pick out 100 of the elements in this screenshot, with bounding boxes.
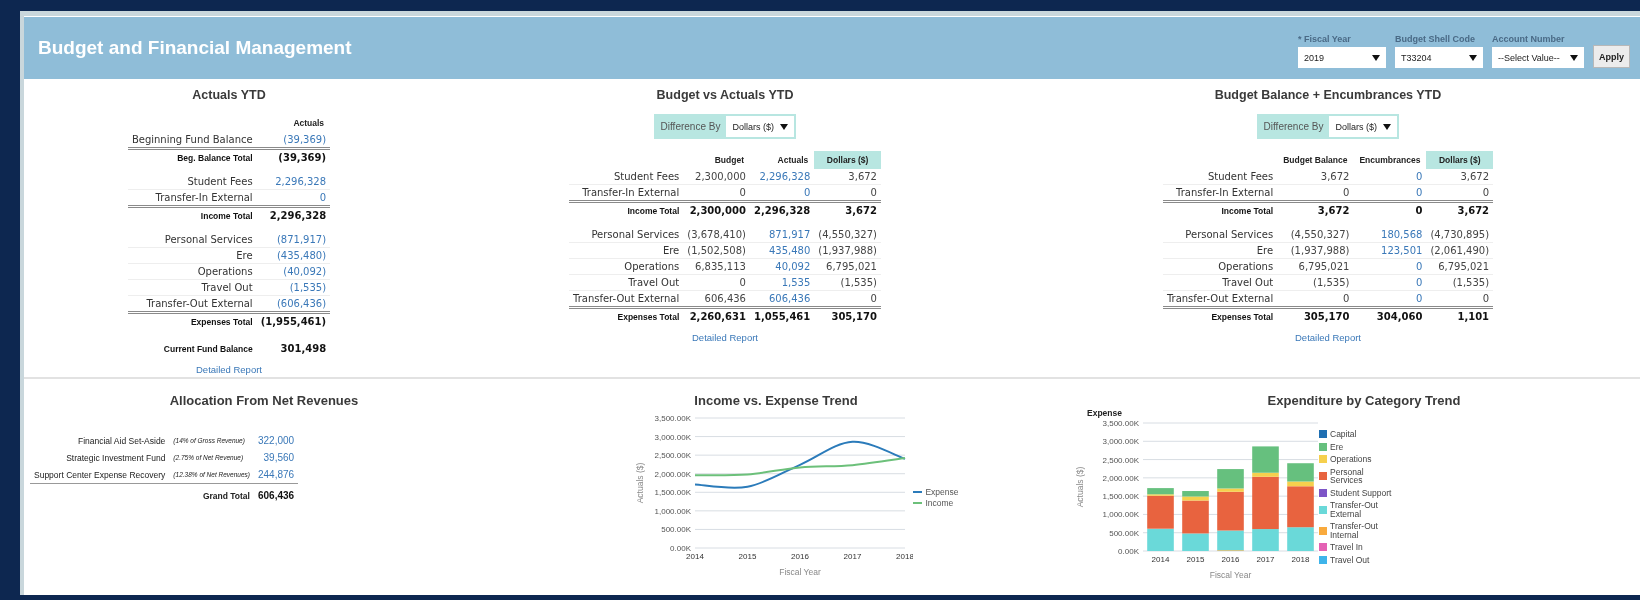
- value-link[interactable]: 2,296,328: [749, 169, 815, 185]
- value-link[interactable]: 0: [1353, 290, 1427, 308]
- value-link[interactable]: 0: [749, 184, 815, 202]
- value-link[interactable]: (606,436): [256, 295, 331, 313]
- total-label: Expenses Total: [1162, 307, 1278, 324]
- total-cell: 0: [1353, 201, 1427, 218]
- value-link[interactable]: 244,876: [253, 466, 299, 484]
- panel-title: Budget vs Actuals YTD: [656, 88, 794, 102]
- axis-label: 3,500.00K: [1102, 419, 1139, 428]
- dropdown[interactable]: Dollars ($): [726, 116, 795, 137]
- value-link[interactable]: 0: [1353, 274, 1427, 291]
- value-link[interactable]: 0: [1353, 184, 1427, 202]
- row-label: Beginning Fund Balance: [127, 132, 257, 149]
- total-label: Grand Total: [169, 483, 254, 504]
- axis-label: 1,000.00K: [1102, 510, 1139, 520]
- legend-label: Capital: [1330, 430, 1358, 439]
- section-title: Allocation From Net Revenues: [168, 393, 360, 408]
- column-header: Actuals: [292, 117, 326, 130]
- detailed-report-link[interactable]: Detailed Report: [196, 364, 262, 375]
- value-link[interactable]: 322,000: [253, 432, 299, 449]
- axis-label: 2014: [686, 552, 705, 561]
- value-link[interactable]: 435,480: [749, 242, 815, 259]
- legend-label: Transfer-Out Internal: [1330, 522, 1379, 539]
- total-cell: 3,672: [1277, 201, 1354, 218]
- caret-icon: [1469, 54, 1477, 61]
- total-cell: 2,300,000: [683, 201, 750, 218]
- dropdown[interactable]: Dollars ($): [1329, 116, 1398, 137]
- legend-label: Expense: [925, 487, 959, 497]
- axis-label: 0.00K: [1118, 547, 1139, 556]
- table-cell: 3,672: [814, 169, 881, 185]
- detailed-report-link[interactable]: Detailed Report: [1295, 332, 1361, 343]
- table-cell: 6,795,021: [1426, 258, 1494, 275]
- total-label: Income Total: [569, 201, 684, 218]
- value-link[interactable]: 2,296,328: [256, 174, 331, 190]
- total-cell: 2,296,328: [749, 201, 815, 218]
- total-cell: 304,060: [1353, 307, 1427, 324]
- detailed-report-link[interactable]: Detailed Report: [692, 332, 758, 343]
- table-cell: (1,502,508): [683, 242, 750, 259]
- value-link[interactable]: (871,917): [256, 232, 331, 248]
- dropdown[interactable]: 2019: [1298, 47, 1386, 68]
- row-label: Student Fees: [569, 169, 684, 185]
- value-link[interactable]: 0: [1353, 258, 1427, 275]
- value-link[interactable]: (435,480): [256, 247, 331, 264]
- axis-label: 2,000.00K: [654, 469, 692, 479]
- value-link[interactable]: 180,568: [1353, 227, 1427, 243]
- legend-label: Transfer-Out External: [1330, 501, 1379, 518]
- value-link[interactable]: 871,917: [749, 227, 815, 243]
- row-label: Travel Out: [1162, 274, 1278, 291]
- row-label: Transfer-Out External: [569, 290, 684, 308]
- row-label: Operations: [569, 258, 684, 275]
- caret-icon: [1372, 54, 1380, 61]
- row-label: Travel Out: [127, 279, 257, 296]
- row-label: Ere: [1162, 242, 1278, 259]
- value-link[interactable]: 1,535: [749, 274, 815, 291]
- value-link[interactable]: 606,436: [749, 290, 815, 308]
- value-link[interactable]: 0: [1353, 169, 1427, 185]
- total-cell: 3,672: [814, 201, 881, 218]
- field-label: * Fiscal Year: [1298, 34, 1352, 44]
- summary-label: Current Fund Balance: [162, 342, 254, 356]
- row-label: Student Fees: [127, 174, 257, 190]
- axis-label: 2,500.00K: [654, 451, 692, 461]
- value-link[interactable]: (1,535): [256, 279, 331, 296]
- field-label: Account Number: [1492, 34, 1566, 44]
- total-cell: 305,170: [814, 307, 881, 324]
- axis-label: 2018: [1291, 555, 1310, 564]
- table-cell: 0: [1277, 184, 1354, 202]
- dropdown[interactable]: T33204: [1395, 47, 1483, 68]
- total-label: Expenses Total: [569, 307, 684, 324]
- panel-title: Budget Balance + Encumbrances YTD: [1214, 88, 1442, 102]
- total-cell: 3,672: [1426, 201, 1494, 218]
- legend-title: Expense: [1087, 408, 1123, 418]
- row-label: Student Fees: [1162, 169, 1278, 185]
- table-cell: 0: [683, 274, 750, 291]
- value-link[interactable]: 39,560: [253, 449, 299, 466]
- row-label: Operations: [1162, 258, 1278, 275]
- value-link[interactable]: (39,369): [256, 132, 331, 149]
- value-link[interactable]: 40,092: [749, 258, 815, 275]
- caret-icon: [1570, 54, 1578, 61]
- row-label: Transfer-In External: [1162, 184, 1278, 202]
- axis-label: 0.00K: [670, 544, 692, 553]
- table-cell: (1,535): [814, 274, 881, 291]
- axis-title: Fiscal Year: [1209, 570, 1252, 580]
- value-link[interactable]: 0: [256, 189, 331, 207]
- apply-button[interactable]: Apply: [1593, 45, 1630, 68]
- table-cell: 0: [1426, 184, 1494, 202]
- row-label: Travel Out: [569, 274, 684, 291]
- value-link[interactable]: 123,501: [1353, 242, 1427, 259]
- axis-label: 3,500.00K: [654, 414, 692, 423]
- dropdown[interactable]: --Select Value--: [1492, 47, 1584, 68]
- row-label: Strategic Investment Fund: [65, 451, 167, 465]
- legend-label: Income: [925, 498, 954, 508]
- row-label: Personal Services: [569, 227, 684, 243]
- table-cell: (1,937,988): [1277, 242, 1354, 259]
- axis-label: 2,000.00K: [1102, 473, 1139, 483]
- axis-title: Actuals ($): [635, 462, 646, 504]
- value-link[interactable]: (40,092): [256, 263, 331, 280]
- row-label: Operations: [127, 263, 257, 280]
- row-label: Ere: [127, 247, 257, 264]
- field-label: Budget Shell Code: [1395, 34, 1476, 44]
- row-label: Support Center Expense Recovery: [30, 466, 170, 484]
